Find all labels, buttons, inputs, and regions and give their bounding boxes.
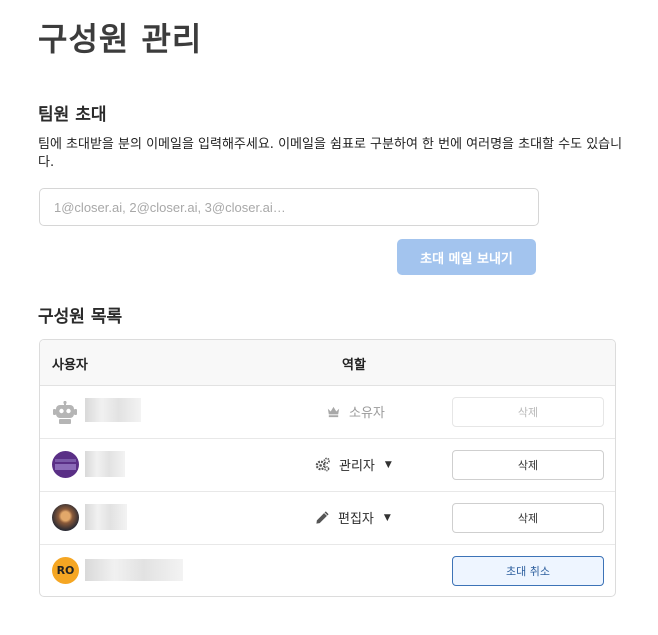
role-text: 편집자: [338, 512, 374, 527]
table-row: 편집자 ▼ 삭제: [40, 492, 615, 545]
cancel-invite-button[interactable]: 초대 취소: [452, 556, 604, 586]
table-header: 사용자 역할: [40, 340, 615, 386]
column-header-role: 역할: [342, 358, 366, 373]
table-row: 관리자 ▼ 삭제: [40, 439, 615, 492]
email-input[interactable]: [39, 188, 539, 226]
user-name-redacted: [85, 451, 125, 477]
crown-icon: [327, 406, 340, 418]
avatar: [52, 504, 79, 531]
role-label: 소유자: [326, 402, 385, 421]
column-header-user: 사용자: [52, 358, 88, 373]
delete-button[interactable]: 삭제: [452, 397, 604, 427]
send-invite-button[interactable]: 초대 메일 보내기: [397, 239, 536, 275]
delete-button[interactable]: 삭제: [452, 450, 604, 480]
user-email-redacted: [85, 559, 183, 581]
members-table: 사용자 역할 소유자 삭제 관리자 ▼ 삭제 편집자 ▼ 삭제 RO 초대 취소: [39, 339, 616, 597]
role-dropdown[interactable]: 편집자 ▼: [315, 508, 391, 527]
page-title: 구성원 관리: [38, 20, 203, 58]
members-section-title: 구성원 목록: [38, 307, 123, 327]
gears-icon: [315, 457, 330, 472]
user-name-redacted: [85, 398, 141, 422]
avatar: RO: [52, 557, 79, 584]
pencil-icon: [316, 511, 329, 524]
invite-section-title: 팀원 초대: [38, 105, 107, 125]
role-dropdown[interactable]: 관리자 ▼: [314, 455, 392, 474]
invite-description: 팀에 초대받을 분의 이메일을 입력해주세요. 이메일을 쉼표로 구분하여 한 …: [38, 137, 623, 170]
user-name-redacted: [85, 504, 127, 530]
robot-icon: [53, 401, 77, 424]
role-text: 소유자: [349, 406, 385, 421]
chevron-down-icon: ▼: [384, 459, 392, 470]
chevron-down-icon: ▼: [383, 512, 391, 523]
role-text: 관리자: [339, 459, 375, 474]
delete-button[interactable]: 삭제: [452, 503, 604, 533]
table-row: 소유자 삭제: [40, 386, 615, 439]
table-row: RO 초대 취소: [40, 545, 615, 596]
avatar: [52, 451, 79, 478]
